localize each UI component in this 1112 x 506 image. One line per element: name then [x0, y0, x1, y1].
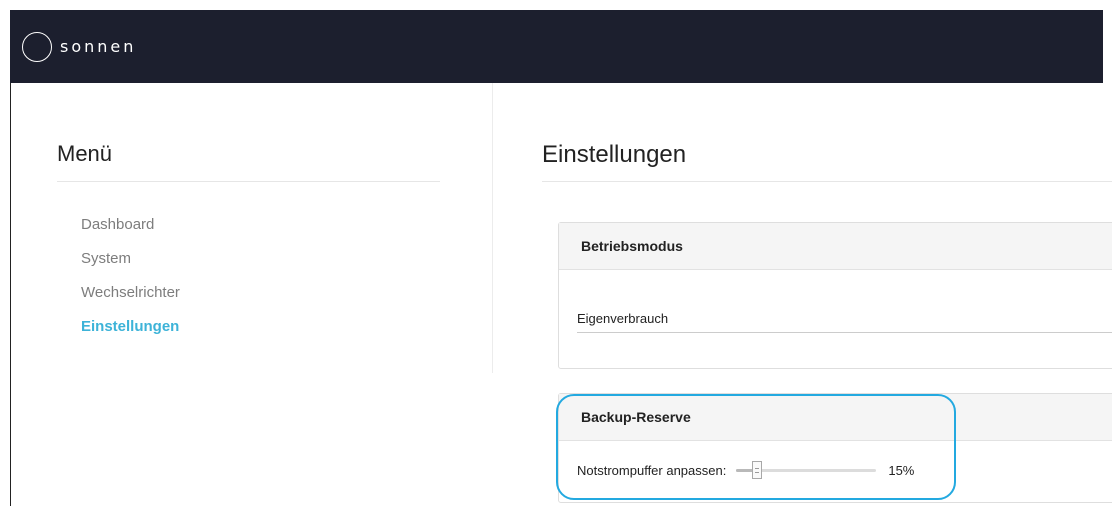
left-border: [10, 83, 11, 506]
backup-reserve-title: Backup-Reserve: [559, 394, 1112, 441]
operating-mode-card: Betriebsmodus Eigenverbrauch: [558, 222, 1112, 369]
frame-left: [0, 0, 10, 506]
backup-reserve-card: Backup-Reserve Notstrompuffer anpassen: …: [558, 393, 1112, 503]
sidebar-item-wechselrichter[interactable]: Wechselrichter: [81, 284, 180, 318]
backup-reserve-row: Notstrompuffer anpassen: 15%: [577, 460, 914, 480]
sidebar-item-system[interactable]: System: [81, 250, 180, 284]
backup-reserve-label: Notstrompuffer anpassen:: [577, 462, 727, 478]
sidebar-menu: Dashboard System Wechselrichter Einstell…: [81, 216, 180, 352]
top-bar: sonnen: [10, 10, 1103, 83]
column-divider: [492, 83, 493, 373]
sidebar-title: Menü: [57, 141, 113, 166]
sidebar-item-einstellungen[interactable]: Einstellungen: [81, 318, 180, 352]
page-title: Einstellungen: [542, 141, 687, 168]
frame-top: [0, 0, 1112, 10]
brand-name[interactable]: sonnen: [60, 37, 136, 56]
sonnen-logo-icon[interactable]: [22, 31, 52, 62]
sidebar-divider: [57, 181, 440, 182]
backup-reserve-slider[interactable]: [736, 460, 877, 480]
slider-thumb[interactable]: [752, 461, 763, 479]
title-divider: [542, 181, 1112, 182]
sidebar-item-dashboard[interactable]: Dashboard: [81, 216, 180, 250]
operating-mode-title: Betriebsmodus: [559, 223, 1112, 270]
backup-reserve-value: 15%: [888, 462, 915, 478]
operating-mode-select[interactable]: Eigenverbrauch: [577, 311, 1112, 333]
